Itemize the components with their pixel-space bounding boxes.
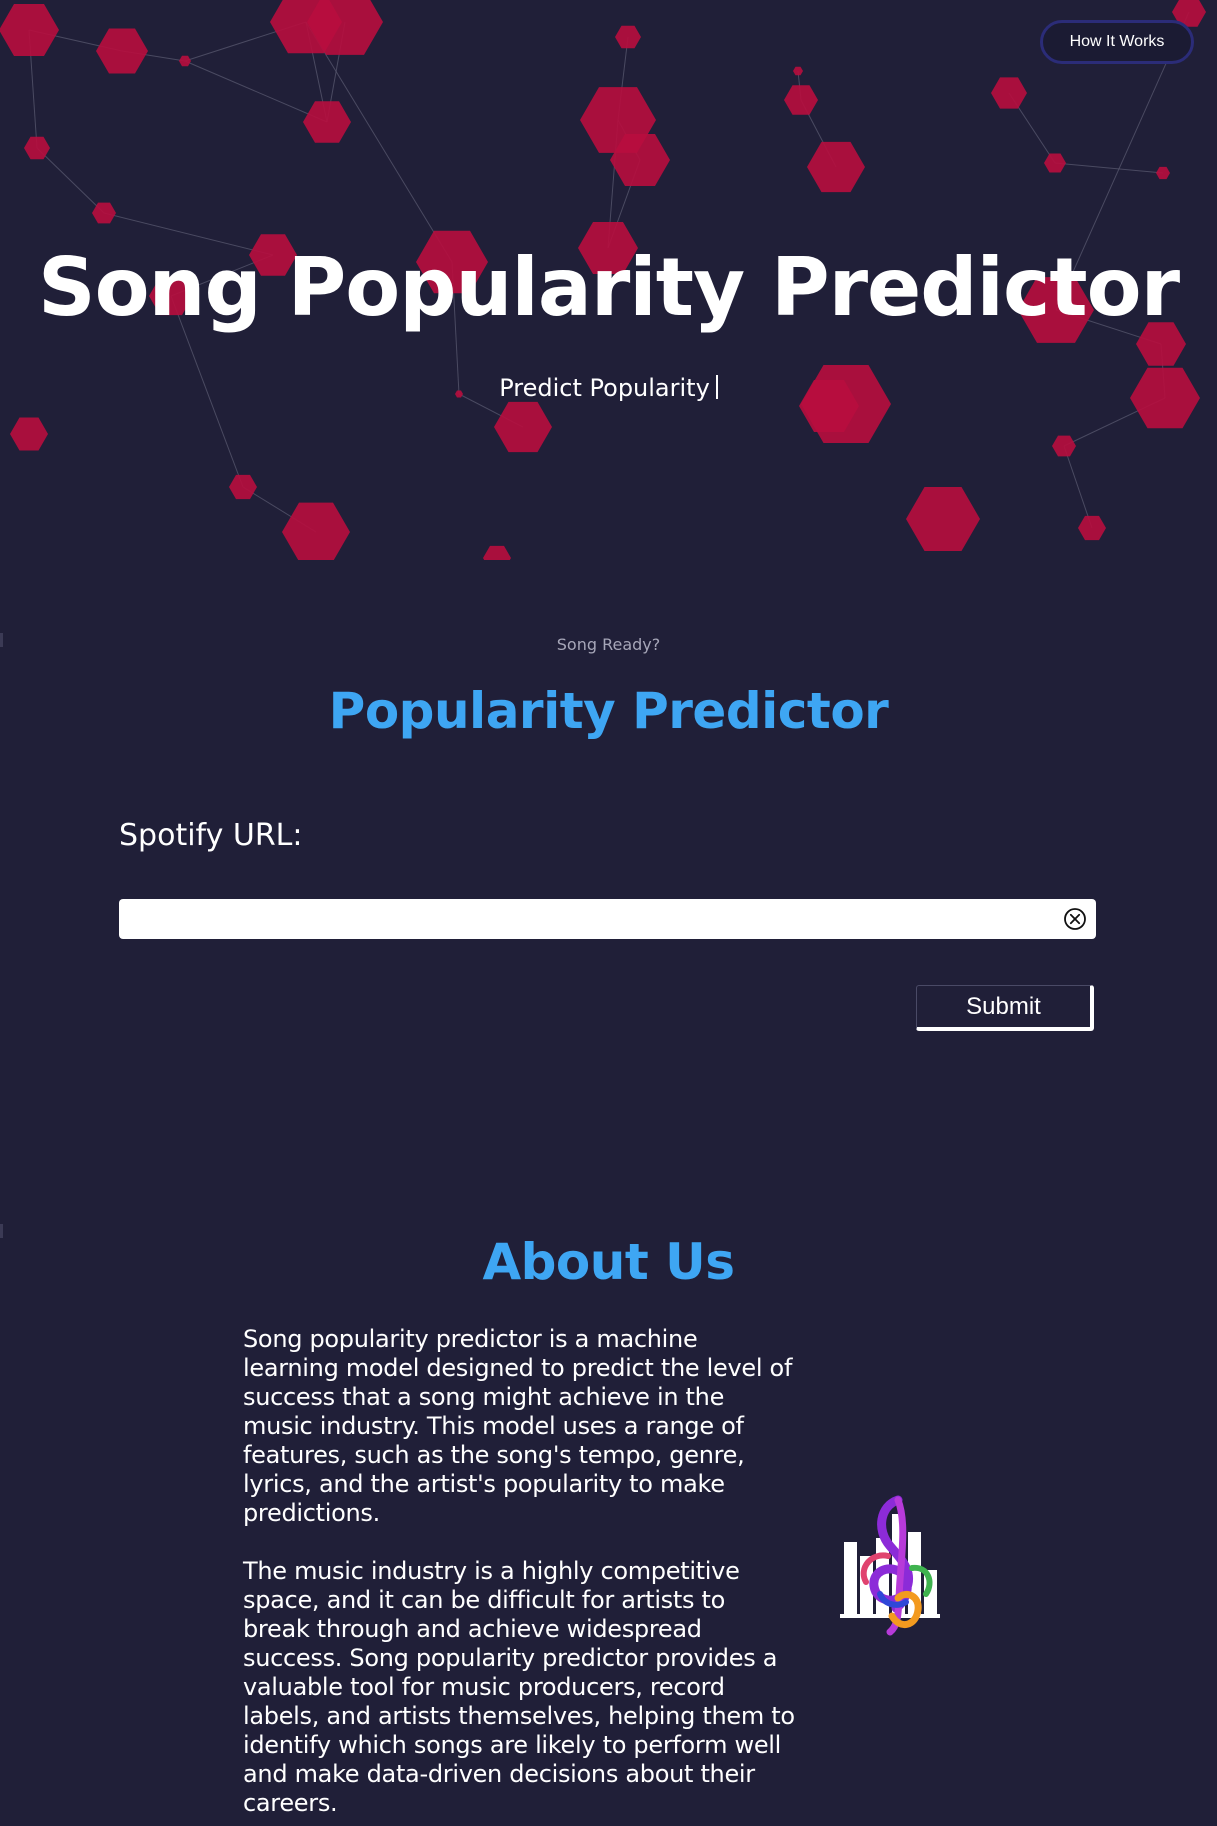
- hexagon-node: [991, 77, 1027, 109]
- hexagon-node: [0, 4, 59, 56]
- about-paragraph: The music industry is a highly competiti…: [243, 1557, 795, 1817]
- predictor-eyebrow: Song Ready?: [556, 635, 661, 654]
- hexagon-node: [1044, 153, 1066, 173]
- about-title: About Us: [482, 1233, 735, 1291]
- hexagon-node: [96, 28, 148, 74]
- predictor-title: Popularity Predictor: [328, 682, 889, 740]
- hexagon-node: [1052, 435, 1076, 457]
- hexagon-node: [10, 417, 48, 451]
- spotify-url-input[interactable]: [129, 899, 1049, 939]
- hexagon-node: [793, 66, 803, 76]
- typing-cursor: [715, 375, 718, 399]
- hexagon-node: [179, 55, 191, 67]
- hero-subtitle: Predict Popularity: [0, 372, 1217, 404]
- spotify-url-label: Spotify URL:: [119, 818, 303, 853]
- close-circle-icon[interactable]: [1063, 907, 1087, 931]
- hexagon-node: [229, 474, 257, 500]
- hexagon-node: [807, 141, 865, 193]
- hexagon-node: [483, 545, 511, 560]
- how-it-works-button[interactable]: How It Works: [1040, 20, 1194, 64]
- music-chart-logo-icon: [840, 1495, 940, 1636]
- hexagon-node: [494, 401, 552, 453]
- about-paragraph: Song popularity predictor is a machine l…: [243, 1325, 793, 1527]
- hexagon-node: [303, 101, 351, 143]
- about-text: Song popularity predictor is a machine l…: [243, 1325, 798, 1826]
- hexagon-node: [906, 487, 980, 551]
- app-background: How It Works Song Popularity Predictor P…: [0, 0, 1217, 1826]
- hero-title: Song Popularity Predictor: [37, 241, 1180, 334]
- hexagon-node: [615, 25, 641, 49]
- hexagon-node: [1078, 515, 1106, 541]
- hexagon-node: [784, 85, 818, 115]
- page: How It Works Song Popularity Predictor P…: [0, 0, 1217, 1826]
- hexagon-node: [282, 502, 350, 560]
- spotify-url-field[interactable]: [119, 899, 1096, 939]
- network-link: [184, 60, 328, 123]
- submit-button[interactable]: Submit: [916, 985, 1094, 1031]
- hexagon-node: [92, 202, 116, 224]
- hexagon-node: [24, 136, 50, 160]
- network-link: [36, 147, 105, 214]
- hexagon-node: [1156, 166, 1170, 180]
- hero-subtitle-text: Predict Popularity: [499, 374, 710, 402]
- network-link: [1054, 162, 1164, 174]
- network-link: [1063, 445, 1093, 529]
